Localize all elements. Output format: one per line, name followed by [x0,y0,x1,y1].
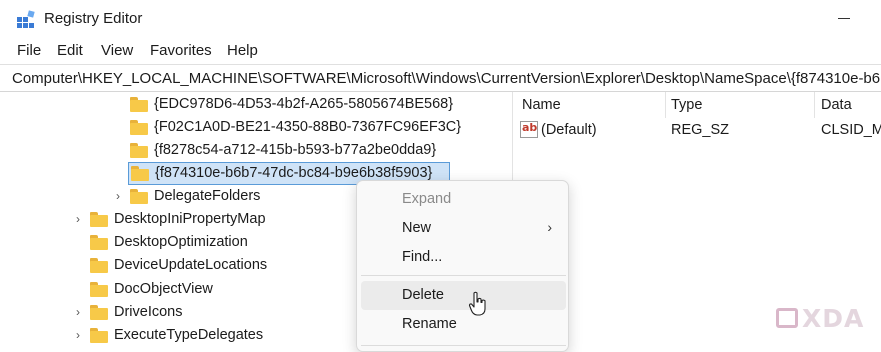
column-divider[interactable] [814,92,815,118]
tree-item[interactable]: DocObjectView [72,279,372,301]
tree-item-label: DesktopOptimization [114,234,248,250]
tree-item-label: DocObjectView [114,281,213,297]
folder-icon [90,282,108,297]
registry-editor-icon [17,10,35,28]
folder-icon [131,166,149,181]
folder-icon [130,189,148,204]
tree-item[interactable]: › DriveIcons [72,302,372,324]
tree-item[interactable]: {F02C1A0D-BE21-4350-88B0-7367FC96EF3C} [120,117,462,139]
menu-item-rename[interactable]: Rename [361,310,566,339]
menu-item-label: Rename [402,316,457,332]
value-name[interactable]: (Default) [541,122,597,138]
tree-item-label: {f874310e-b6b7-47dc-bc84-b9e6b38f5903} [155,165,433,181]
address-path[interactable]: Computer\HKEY_LOCAL_MACHINE\SOFTWARE\Mic… [12,70,881,87]
chevron-right-icon[interactable]: › [76,329,86,341]
tree-item[interactable]: DeviceUpdateLocations [72,255,372,277]
column-divider[interactable] [665,92,666,118]
address-bar[interactable]: Computer\HKEY_LOCAL_MACHINE\SOFTWARE\Mic… [0,64,881,92]
tree-item-label: DesktopIniPropertyMap [114,211,266,227]
chevron-right-icon[interactable]: › [76,306,86,318]
menu-edit[interactable]: Edit [57,42,83,59]
hand-cursor-icon [468,291,486,316]
chevron-right-icon[interactable]: › [116,190,126,202]
menu-separator [361,345,566,346]
menu-separator [361,275,566,276]
watermark-text: XDA [802,304,865,333]
menu-item-label: Expand [402,191,452,207]
tree-item[interactable]: {EDC978D6-4D53-4b2f-A265-5805674BE568} [120,94,460,116]
tree-item-label: ExecuteTypeDelegates [114,327,264,343]
tree-item-label: {F02C1A0D-BE21-4350-88B0-7367FC96EF3C} [154,119,462,135]
ab-string-icon: ab [520,121,538,138]
title-bar: Registry Editor [0,0,881,38]
menu-bar: File Edit View Favorites Help [0,38,881,64]
menu-view[interactable]: View [101,42,133,59]
tree-item-label: DelegateFolders [154,188,261,204]
column-header-data[interactable]: Data [821,97,852,113]
menu-item-label: Find... [402,249,443,265]
value-type[interactable]: REG_SZ [671,122,729,138]
folder-icon [90,235,108,250]
column-header-type[interactable]: Type [671,97,702,113]
folder-icon [130,143,148,158]
menu-item-new[interactable]: New › [361,214,566,243]
folder-icon [90,328,108,343]
menu-item-label: New [402,220,432,236]
tree-item-label: {EDC978D6-4D53-4b2f-A265-5805674BE568} [154,96,454,112]
chevron-right-icon: › [547,219,552,235]
tree-item[interactable]: › ExecuteTypeDelegates [72,325,372,347]
column-header-name[interactable]: Name [522,97,561,113]
minimize-button[interactable] [838,18,850,19]
menu-item-label: Delete [402,287,444,303]
folder-icon [130,97,148,112]
tree-item-label: DriveIcons [114,304,183,320]
tree-item[interactable]: {f8278c54-a712-415b-b593-b77a2be0dda9} [120,140,460,162]
tree-item-label: {f8278c54-a712-415b-b593-b77a2be0dda9} [154,142,437,158]
watermark-logo: XDA [776,304,863,333]
menu-file[interactable]: File [17,42,41,59]
folder-icon [90,258,108,273]
tree-item-label: DeviceUpdateLocations [114,257,268,273]
menu-item-expand[interactable]: Expand [361,185,566,214]
menu-item-find[interactable]: Find... [361,243,566,272]
value-data[interactable]: CLSID_M [821,122,881,138]
folder-icon [130,120,148,135]
menu-favorites[interactable]: Favorites [150,42,212,59]
folder-icon [90,212,108,227]
xda-logo-icon [776,308,798,328]
folder-icon [90,305,108,320]
tree-item[interactable]: › DesktopIniPropertyMap [72,209,372,231]
menu-item-delete[interactable]: Delete [361,281,566,310]
window-title: Registry Editor [44,10,143,27]
tree-item[interactable]: DesktopOptimization [72,232,372,254]
chevron-right-icon[interactable]: › [76,213,86,225]
menu-help[interactable]: Help [227,42,258,59]
context-menu: Expand New › Find... Delete Rename [356,180,569,352]
